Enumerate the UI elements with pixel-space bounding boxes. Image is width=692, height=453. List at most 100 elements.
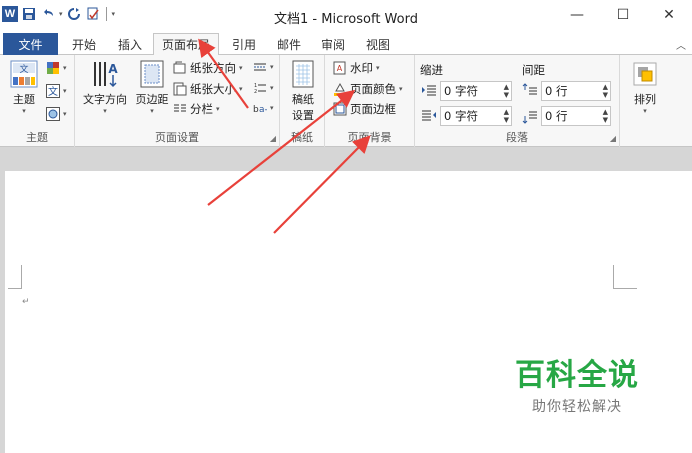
ribbon-tabs: 文件 开始 插入 页面布局 引用 邮件 审阅 视图 [0, 33, 692, 56]
text-direction-icon: A [94, 62, 118, 88]
group-page-background-label: 页面背景 [347, 131, 392, 144]
columns-button[interactable]: 分栏 ▾ [173, 101, 220, 117]
maximize-button[interactable]: ☐ [600, 0, 646, 30]
arrange-icon [633, 62, 657, 86]
group-page-setup-label: 页面设置 [155, 131, 199, 144]
page-color-label: 页面颜色 [350, 82, 396, 96]
save-icon[interactable] [21, 6, 37, 22]
tab-references[interactable]: 引用 [224, 33, 264, 55]
tab-mailings[interactable]: 邮件 [269, 33, 309, 55]
hyphenation-caret-icon: ▾ [270, 104, 274, 112]
customize-qat-icon[interactable]: ▾ [112, 10, 116, 18]
manuscript-setup-label-line1: 稿纸 [292, 93, 314, 106]
spelling-check-icon[interactable] [85, 6, 101, 22]
group-manuscript-label: 稿纸 [291, 131, 313, 144]
orientation-button[interactable]: 纸张方向 ▾ [173, 60, 243, 76]
svg-text:文: 文 [48, 85, 58, 98]
margins-label: 页边距 [135, 93, 169, 106]
title-bar: W ▾ ▾ 文档1 - Microsoft Word — ☐ ✕ [0, 0, 692, 33]
undo-dropdown-icon[interactable]: ▾ [59, 10, 63, 18]
svg-text:2: 2 [254, 89, 257, 95]
collapse-ribbon-icon[interactable]: ︿ [676, 37, 686, 52]
orientation-caret-icon: ▾ [239, 64, 243, 72]
paragraph-launcher-icon[interactable]: ◢ [610, 134, 616, 143]
text-direction-dropdown-icon: ▾ [103, 107, 107, 115]
svg-text:A: A [337, 64, 343, 73]
spacing-after-value: 0 行 [545, 109, 568, 123]
theme-effects-button[interactable]: ▾ [46, 107, 67, 121]
page-borders-button[interactable]: 页面边框 [333, 101, 396, 117]
spacing-before-value: 0 行 [545, 84, 568, 98]
svg-text:a-: a- [259, 105, 267, 115]
svg-text:A: A [108, 62, 118, 76]
paper-size-icon [173, 82, 187, 96]
tab-review[interactable]: 审阅 [313, 33, 353, 55]
text-direction-button[interactable]: A 文字方向 ▾ [79, 59, 131, 115]
breaks-button[interactable]: ▾ [253, 60, 274, 74]
spacing-before-input[interactable]: 0 行 ▲ ▼ [541, 81, 611, 101]
tab-file[interactable]: 文件 [3, 33, 58, 55]
manuscript-setup-label-line2: 设置 [292, 109, 314, 122]
indent-left-icon [422, 85, 436, 96]
theme-fonts-caret-icon: ▾ [63, 87, 67, 95]
redo-icon[interactable] [66, 6, 82, 22]
ribbon-page-layout: 文 主题 ▾ ▾ 文 ▾ ▾ 主题 A 文字方向 ▾ 页边距 ▾ 纸张方向 ▾ … [0, 55, 692, 147]
group-page-setup: A 文字方向 ▾ 页边距 ▾ 纸张方向 ▾ 纸张大小 ▾ 分栏 ▾ ▾ 1 2 … [75, 55, 280, 147]
orientation-icon [173, 61, 186, 74]
tab-insert[interactable]: 插入 [110, 33, 150, 55]
theme-colors-button[interactable]: ▾ [46, 61, 67, 75]
tab-view[interactable]: 视图 [358, 33, 398, 55]
size-button[interactable]: 纸张大小 ▾ [173, 81, 243, 97]
indent-left-spin-arrows[interactable]: ▲ ▼ [504, 83, 509, 99]
tab-home[interactable]: 开始 [64, 33, 104, 55]
theme-fonts-button[interactable]: 文 ▾ [46, 84, 67, 98]
watermark-label: 水印 [350, 61, 373, 75]
page-color-button[interactable]: 页面颜色 ▾ [333, 81, 403, 97]
margins-button[interactable]: 页边距 ▾ [132, 59, 172, 115]
indent-right-value: 0 字符 [444, 109, 478, 123]
spacing-after-spinner: 0 行 ▲ ▼ [522, 106, 611, 126]
columns-caret-icon: ▾ [216, 105, 220, 113]
spacing-after-spin-arrows[interactable]: ▲ ▼ [603, 108, 608, 124]
size-caret-icon: ▾ [239, 85, 243, 93]
manuscript-setup-button[interactable]: 稿纸 设置 [286, 59, 320, 123]
spacing-label: 间距 [522, 63, 545, 77]
qat-separator [105, 7, 107, 21]
breaks-caret-icon: ▾ [270, 63, 274, 71]
crop-mark-top-left [8, 265, 22, 289]
line-numbers-button[interactable]: 12 ▾ [253, 81, 274, 95]
watermark-button[interactable]: A 水印 ▾ [333, 60, 380, 76]
theme-colors-icon [47, 62, 59, 74]
watermark-sub-text: 助你轻松解决 [532, 399, 622, 415]
themes-button[interactable]: 文 主题 ▾ [7, 59, 41, 115]
indent-label: 缩进 [420, 63, 443, 77]
close-button[interactable]: ✕ [646, 0, 692, 30]
arrange-button[interactable]: 排列 ▾ [628, 59, 662, 115]
indent-right-spin-arrows[interactable]: ▲ ▼ [504, 108, 509, 124]
group-themes-label: 主题 [26, 131, 48, 144]
orientation-label: 纸张方向 [190, 61, 236, 75]
text-direction-label: 文字方向 [83, 93, 127, 106]
indent-left-spinner: 0 字符 ▲ ▼ [421, 81, 512, 101]
tab-page-layout[interactable]: 页面布局 [153, 33, 219, 56]
arrange-dropdown-icon: ▾ [643, 107, 647, 115]
hyphenation-button[interactable]: b a- ▾ [253, 101, 274, 115]
watermark-main-text: 百科全说 [515, 358, 639, 393]
page-setup-launcher-icon[interactable]: ◢ [270, 134, 276, 143]
indent-left-input[interactable]: 0 字符 ▲ ▼ [440, 81, 512, 101]
theme-colors-caret-icon: ▾ [63, 64, 67, 72]
document-top-gutter [0, 147, 692, 171]
margins-dropdown-icon: ▾ [150, 107, 154, 115]
indent-right-input[interactable]: 0 字符 ▲ ▼ [440, 106, 512, 126]
site-watermark: 百科全说 助你轻松解决 [515, 358, 639, 416]
minimize-button[interactable]: — [554, 0, 600, 30]
arrange-label: 排列 [634, 93, 656, 106]
paragraph-mark: ↵ [22, 297, 30, 307]
spacing-before-spinner: 0 行 ▲ ▼ [522, 81, 611, 101]
undo-icon[interactable] [40, 6, 56, 22]
spacing-after-input[interactable]: 0 行 ▲ ▼ [541, 106, 611, 126]
themes-icon: 文 [10, 60, 38, 88]
page-color-icon [334, 82, 346, 96]
word-app-icon[interactable]: W [2, 6, 18, 22]
spacing-before-spin-arrows[interactable]: ▲ ▼ [603, 83, 608, 99]
